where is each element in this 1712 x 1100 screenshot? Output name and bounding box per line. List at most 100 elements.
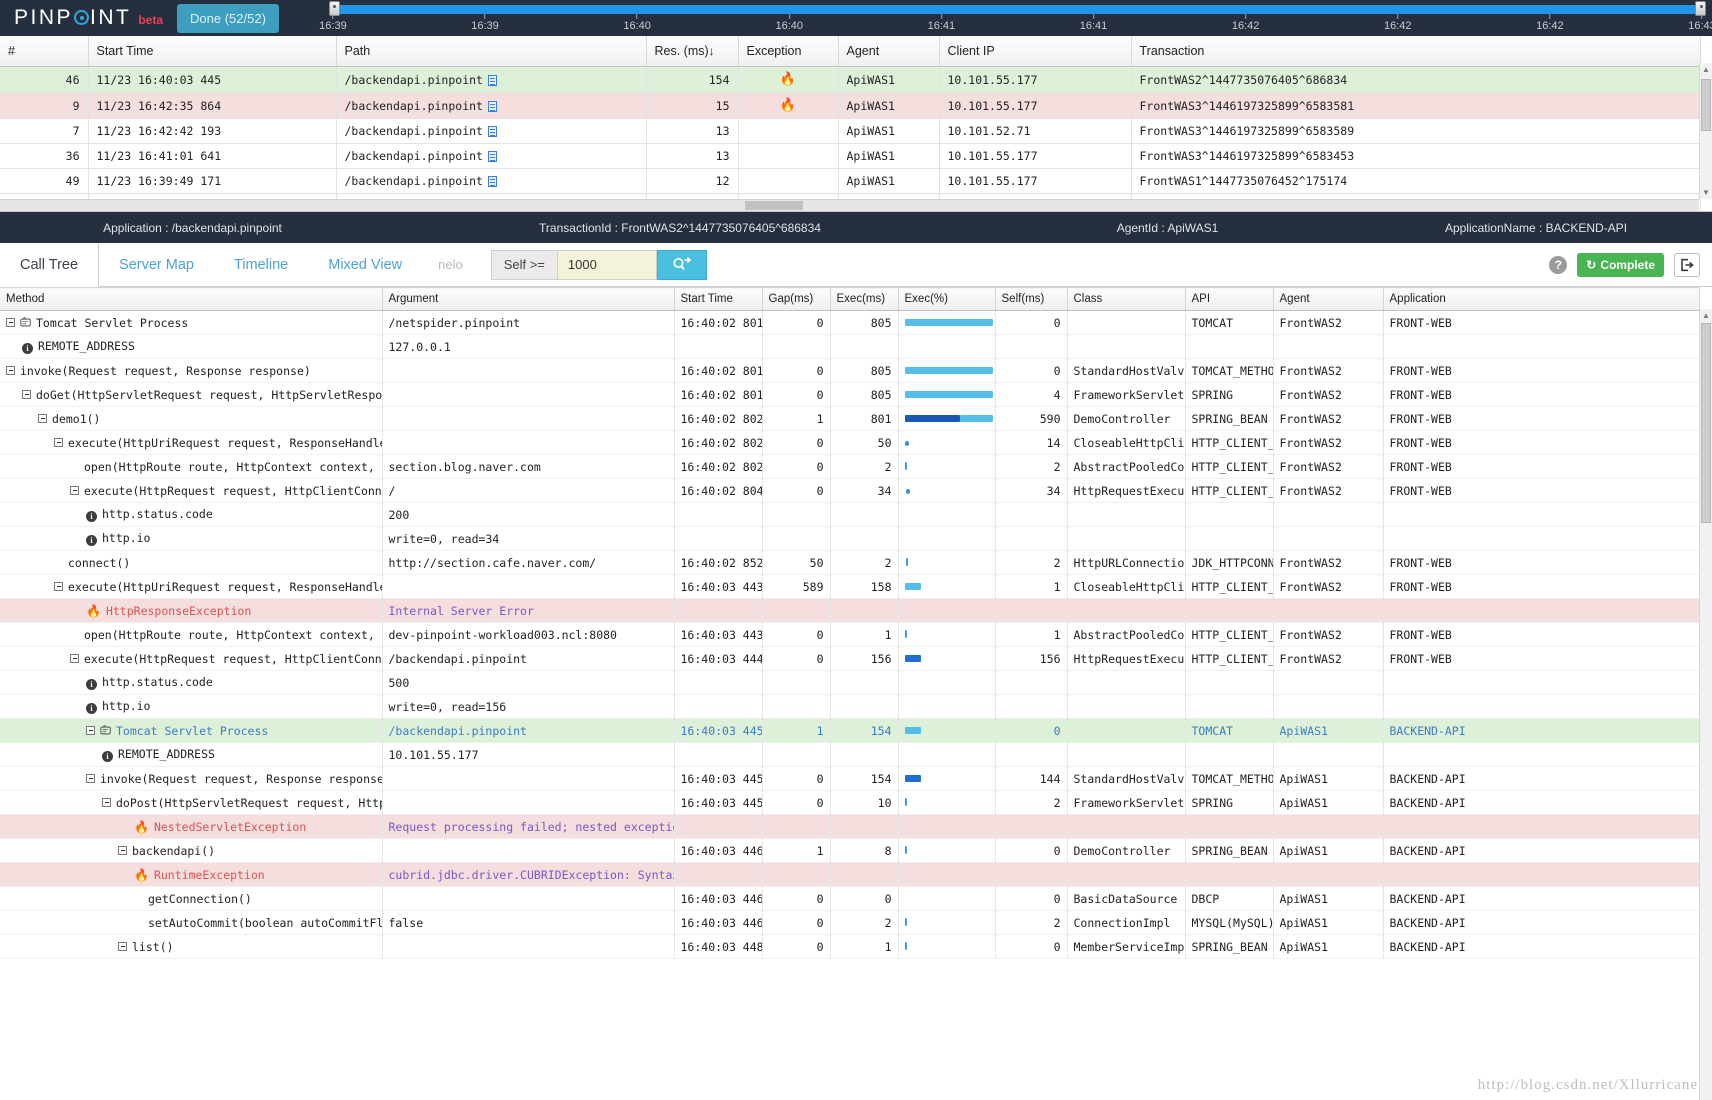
cell-method: open(HttpRoute route, HttpContext contex… [0, 454, 383, 479]
ct-col-method[interactable]: Method [0, 287, 383, 311]
col-header-agent[interactable]: Agent [838, 36, 940, 67]
call-tree-row[interactable]: demo1() 16:40:02 802 1 801 590 DemoController… [0, 406, 1700, 431]
table-row[interactable]: 7 11/23 16:42:42 193/backendapi.pinpoint 1… [0, 118, 1701, 144]
call-tree-vertical-scrollbar[interactable]: ▲ ▼ [1699, 309, 1712, 1100]
cell-application: BACKEND-API [1383, 766, 1700, 791]
ct-scroll-up-icon[interactable]: ▲ [1700, 309, 1712, 322]
col-header-path[interactable]: Path [336, 36, 647, 67]
tab-mixed-view[interactable]: Mixed View [308, 243, 422, 286]
tree-expander-icon[interactable] [6, 317, 15, 327]
scroll-up-icon[interactable]: ▲ [1700, 63, 1712, 76]
time-range-slider[interactable]: 16:39 16:39 16:40 16:40 16:41 16:41 16:42 16:42… [295, 0, 1712, 36]
scroll-thumb[interactable] [1701, 79, 1711, 131]
tree-expander-icon[interactable] [86, 773, 95, 783]
tree-expander-icon[interactable] [70, 653, 79, 663]
tree-expander-icon[interactable] [118, 845, 127, 855]
table-row[interactable]: 36 11/23 16:41:01 641/backendapi.pinpoint… [0, 143, 1701, 169]
tree-expander-icon[interactable] [102, 797, 111, 807]
call-tree-row[interactable]: Tomcat Servlet Process/backendapi.pinpoi… [0, 718, 1700, 743]
call-tree-row[interactable]: i REMOTE_ADDRESS 127.0.0.1 [0, 334, 1700, 359]
done-button[interactable]: Done (52/52) [177, 3, 279, 33]
ct-col-api[interactable]: API [1185, 287, 1274, 311]
col-header-start-time[interactable]: Start Time [88, 36, 337, 67]
tree-expander-icon[interactable] [54, 581, 63, 591]
call-tree-row[interactable]: invoke(Request request, Response respons… [0, 358, 1700, 383]
ct-col-class[interactable]: Class [1067, 287, 1186, 311]
call-tree-row[interactable]: setAutoCommit(boolean autoCommitFlag) fal… [0, 910, 1700, 935]
cell-application: FRONT-WEB [1383, 406, 1700, 431]
ct-scroll-thumb[interactable] [1701, 323, 1711, 523]
ct-col-argument[interactable]: Argument [382, 287, 675, 311]
tree-expander-icon[interactable] [6, 365, 15, 375]
col-header-exception[interactable]: Exception [738, 36, 839, 67]
tree-expander-icon[interactable] [54, 437, 63, 447]
transaction-detail-icon[interactable] [487, 151, 497, 162]
transaction-list-vertical-scrollbar[interactable]: ▲ ▼ [1699, 63, 1712, 199]
ct-col-agent[interactable]: Agent [1273, 287, 1384, 311]
tree-expander-icon[interactable] [118, 941, 127, 951]
call-tree-row[interactable]: execute(HttpRequest request, HttpClientC… [0, 646, 1700, 671]
tree-expander-icon[interactable] [38, 413, 47, 423]
self-filter-input[interactable] [556, 249, 657, 280]
call-tree-row[interactable]: 🔥 RuntimeException cubrid.jdbc.driver.CUBR… [0, 862, 1700, 887]
call-tree-row[interactable]: invoke(Request request, Response respons… [0, 766, 1700, 791]
call-tree-row[interactable]: open(HttpRoute route, HttpContext contex… [0, 454, 1700, 479]
call-tree-row[interactable]: open(HttpRoute route, HttpContext contex… [0, 622, 1700, 647]
col-header-client-ip[interactable]: Client IP [939, 36, 1132, 67]
call-tree-row[interactable]: doPost(HttpServletRequest request, HttpS… [0, 790, 1700, 815]
table-row[interactable]: 9 11/23 16:42:35 864/backendapi.pinpoint 1… [0, 92, 1701, 119]
call-tree-row[interactable]: 🔥 HttpResponseException Internal Server Er… [0, 598, 1700, 623]
tab-timeline[interactable]: Timeline [214, 243, 308, 286]
tree-expander-icon[interactable] [22, 389, 31, 399]
call-tree-row[interactable]: getConnection() 16:40:03 446 0 0 0 BasicDataS… [0, 886, 1700, 911]
call-tree-row[interactable]: backendapi() 16:40:03 446 1 8 0 DemoControlle… [0, 838, 1700, 863]
transaction-detail-icon[interactable] [487, 176, 497, 187]
tree-expander-icon[interactable] [70, 485, 79, 495]
tab-server-map[interactable]: Server Map [99, 243, 214, 286]
slider-track[interactable] [332, 5, 1702, 14]
col-header-res-ms[interactable]: Res. (ms)↓ [646, 36, 739, 67]
call-tree-row[interactable]: i http.status.code 200 [0, 502, 1700, 527]
col-header-transaction[interactable]: Transaction [1131, 36, 1701, 67]
cell-self: 1 [995, 574, 1068, 599]
nelo-link[interactable]: nelo [422, 257, 479, 272]
call-tree-row[interactable]: execute(HttpRequest request, HttpClientC… [0, 478, 1700, 503]
ct-col-gap[interactable]: Gap(ms) [762, 287, 831, 311]
call-tree-row[interactable]: connect() http://section.cafe.naver.com/1… [0, 550, 1700, 575]
transaction-list-horizontal-scrollbar[interactable] [0, 199, 1699, 211]
call-tree-row[interactable]: list() 16:40:03 448 0 1 0 MemberServiceImpl SP… [0, 934, 1700, 959]
scroll-down-icon[interactable]: ▼ [1700, 186, 1712, 199]
transaction-detail-icon[interactable] [487, 126, 497, 137]
ct-col-self[interactable]: Self(ms) [995, 287, 1068, 311]
complete-status-badge[interactable]: ↻ Complete [1577, 252, 1664, 277]
call-tree-row[interactable]: doGet(HttpServletRequest request, HttpSe… [0, 382, 1700, 407]
transaction-detail-icon[interactable] [487, 100, 497, 112]
cell-exec-percent-bar [898, 406, 996, 431]
transaction-detail-icon[interactable] [487, 74, 497, 86]
call-tree-row[interactable]: Tomcat Servlet Process/netspider.pinpoin… [0, 310, 1700, 335]
call-tree-row[interactable]: 🔥 NestedServletException Request processin… [0, 814, 1700, 839]
cell-start-time: 11/23 16:41:01 641 [88, 143, 337, 169]
ct-col-exec-pct[interactable]: Exec(%) [898, 287, 996, 311]
tab-call-tree[interactable]: Call Tree [0, 243, 100, 287]
cell-exec: 2 [830, 550, 899, 575]
help-icon[interactable]: ? [1549, 255, 1568, 274]
cell-agent [1273, 526, 1384, 551]
cell-class: StandardHostValve [1067, 766, 1186, 791]
hscroll-thumb[interactable] [745, 201, 803, 210]
call-tree-row[interactable]: i http.io write=0, read=156 [0, 694, 1700, 719]
table-row[interactable]: 46 11/23 16:40:03 445/backendapi.pinpoint… [0, 66, 1701, 93]
ct-col-start-time[interactable]: Start Time [674, 287, 763, 311]
col-header-num[interactable]: # [0, 36, 89, 67]
export-button[interactable] [1674, 252, 1700, 277]
ct-col-exec[interactable]: Exec(ms) [830, 287, 899, 311]
tree-expander-icon[interactable] [86, 725, 95, 735]
call-tree-row[interactable]: i http.status.code 500 [0, 670, 1700, 695]
search-button[interactable] [656, 249, 707, 280]
call-tree-row[interactable]: i REMOTE_ADDRESS 10.101.55.177 [0, 742, 1700, 767]
ct-col-application[interactable]: Application [1383, 287, 1700, 311]
table-row[interactable]: 49 11/23 16:39:49 171/backendapi.pinpoint… [0, 168, 1701, 194]
call-tree-row[interactable]: execute(HttpUriRequest request, Response… [0, 574, 1700, 599]
call-tree-row[interactable]: execute(HttpUriRequest request, Response… [0, 430, 1700, 455]
call-tree-row[interactable]: i http.io write=0, read=34 [0, 526, 1700, 551]
